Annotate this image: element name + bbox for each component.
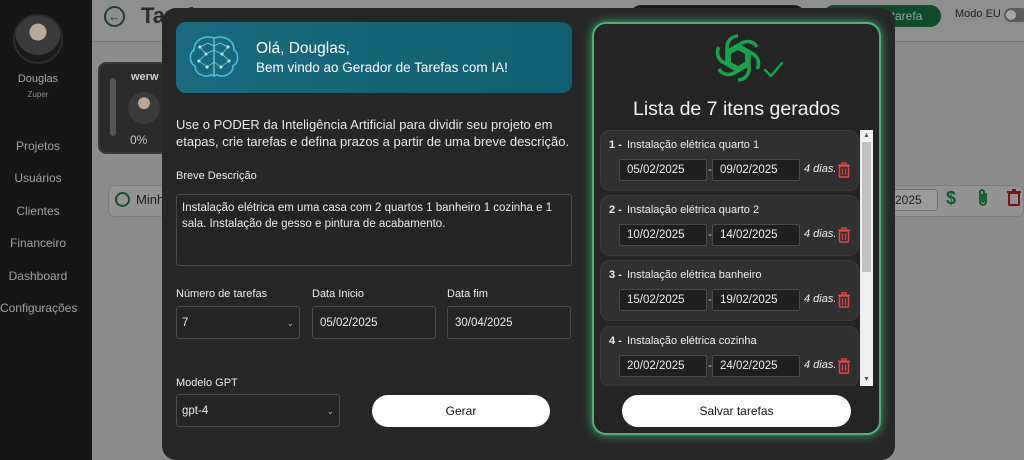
row-title: Minh [136,192,165,207]
user-company: Zuper [27,90,49,99]
item-start-date[interactable]: 10/02/2025 [619,224,707,246]
item-end-date[interactable]: 24/02/2025 [712,355,800,377]
trash-icon[interactable] [837,162,851,178]
list-scrollbar[interactable]: ▲ ▼ [860,130,873,386]
trash-icon[interactable] [837,227,851,243]
start-date-label: Data Inicio [312,288,364,300]
scroll-up-icon[interactable]: ▲ [860,131,873,141]
num-tasks-select[interactable]: 7 ⌄ [176,306,300,339]
paperclip-icon[interactable] [976,189,990,212]
mode-label: Modo EU [955,8,1001,20]
avatar[interactable] [13,14,63,64]
sidebar-item-clientes[interactable]: Clientes [0,202,76,234]
card-progress-bar [110,78,116,136]
sidebar-nav: Projetos Usuários Clientes Financeiro Da… [0,137,77,331]
ai-brain-icon [189,36,239,77]
dollar-icon[interactable]: $ [946,188,956,209]
end-date-label: Data fim [447,288,488,300]
item-name: Instalação elétrica quarto 1 [627,139,760,151]
list-item: 2 - Instalação elétrica quarto 2 10/02/2… [600,195,859,256]
item-end-date[interactable]: 14/02/2025 [712,224,800,246]
sidebar-item-configuracoes[interactable]: Configurações [0,299,77,331]
sidebar: Douglas Zuper Projetos Usuários Clientes… [0,0,92,460]
item-start-date[interactable]: 20/02/2025 [619,355,707,377]
model-select[interactable]: gpt-4 ⌄ [176,394,340,427]
sidebar-item-projetos[interactable]: Projetos [0,137,76,169]
card-progress-text: 0% [130,133,148,147]
start-date-input[interactable]: 05/02/2025 [312,306,436,339]
trash-icon[interactable] [837,358,851,374]
list-item: 3 - Instalação elétrica banheiro 15/02/2… [600,260,859,321]
mode-toggle[interactable] [1004,8,1024,22]
card-title: werw [131,71,159,83]
chevron-right-icon[interactable] [115,192,130,207]
scroll-down-icon[interactable]: ▼ [860,375,873,385]
item-end-date[interactable]: 19/02/2025 [712,289,800,311]
generate-button[interactable]: Gerar [372,395,550,427]
sidebar-item-dashboard[interactable]: Dashboard [0,267,76,299]
avatar [128,92,160,124]
sidebar-item-financeiro[interactable]: Financeiro [0,234,76,266]
save-tasks-button[interactable]: Salvar tarefas [622,395,851,427]
item-name: Instalação elétrica cozinha [627,335,757,347]
chevron-down-icon: ⌄ [286,318,294,328]
item-end-date[interactable]: 09/02/2025 [712,159,800,181]
description-textarea[interactable]: Instalação elétrica em uma casa com 2 qu… [176,194,572,266]
trash-icon[interactable] [837,292,851,308]
arrow-left-icon[interactable]: ← [104,6,125,27]
item-duration: 4 dias. [804,163,837,175]
item-duration: 4 dias. [804,359,837,371]
item-name: Instalação elétrica banheiro [627,269,762,281]
checkmark-icon [763,61,784,78]
item-start-date[interactable]: 15/02/2025 [619,289,707,311]
model-label: Modelo GPT [176,377,238,389]
list-item: 1 - Instalação elétrica quarto 1 05/02/2… [600,130,859,191]
user-name: Douglas [17,73,59,85]
chevron-down-icon: ⌄ [326,406,334,416]
num-tasks-value: 7 [182,317,189,329]
results-title: Lista de 7 itens gerados [632,98,841,120]
item-start-date[interactable]: 05/02/2025 [619,159,707,181]
item-number: 1 - [609,139,622,151]
trash-icon[interactable] [1006,188,1022,211]
item-duration: 4 dias. [804,228,837,240]
num-tasks-label: Número de tarefas [176,288,268,300]
generated-task-list[interactable]: 1 - Instalação elétrica quarto 1 05/02/2… [600,130,874,386]
end-date-input[interactable]: 30/04/2025 [447,306,571,339]
item-number: 2 - [609,204,622,216]
item-number: 3 - [609,269,622,281]
welcome-subtitle: Bem vindo ao Gerador de Tarefas com IA! [256,60,508,75]
list-item: 4 - Instalação elétrica cozinha 20/02/20… [600,326,859,386]
description-label: Breve Descrição [176,170,257,182]
item-duration: 4 dias. [804,293,837,305]
welcome-title: Olá, Douglas, [256,40,350,57]
sidebar-item-usuarios[interactable]: Usuários [0,169,76,201]
intro-text: Use o PODER da Inteligência Artificial p… [176,117,570,149]
model-value: gpt-4 [182,405,209,417]
item-number: 4 - [609,335,622,347]
scroll-thumb[interactable] [862,142,871,272]
item-name: Instalação elétrica quarto 2 [627,204,760,216]
openai-logo-icon [715,34,761,82]
